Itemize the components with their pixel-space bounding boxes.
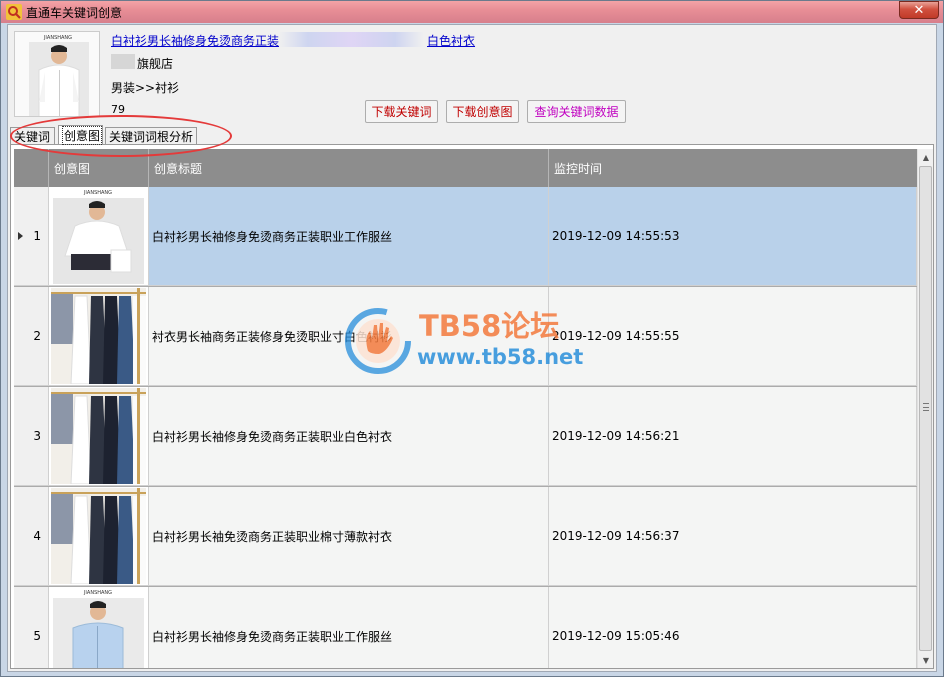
column-header-title[interactable]: 创意标题 bbox=[149, 149, 549, 187]
download-creative-button[interactable]: 下载创意图 bbox=[446, 100, 519, 123]
redacted-region bbox=[111, 54, 135, 69]
shirts-on-rack-icon bbox=[51, 388, 146, 484]
close-icon: ✕ bbox=[913, 2, 925, 18]
column-header-image[interactable]: 创意图 bbox=[49, 149, 149, 187]
vertical-scrollbar[interactable]: ▲ ▼ bbox=[917, 149, 933, 668]
table-row[interactable]: 1 JIANSHANG 白衬衫男长袖修身免烫商务正装职业工作服丝 2019-12… bbox=[14, 187, 917, 287]
row-thumbnail: JIANSHANG bbox=[49, 187, 149, 286]
redacted-region bbox=[279, 32, 424, 47]
title-bar[interactable]: 直通车关键词创意 ✕ bbox=[1, 1, 943, 23]
row-index: 1 bbox=[14, 187, 49, 286]
scroll-down-icon[interactable]: ▼ bbox=[918, 652, 934, 668]
row-index: 5 bbox=[14, 587, 49, 668]
row-thumbnail bbox=[49, 487, 149, 586]
query-keyword-data-button[interactable]: 查询关键词数据 bbox=[527, 100, 626, 123]
app-window: 直通车关键词创意 ✕ JIANSHANG 白衬衫男长袖修身免烫商务正装 白色衬衣 … bbox=[0, 0, 944, 677]
row-index: 3 bbox=[14, 387, 49, 486]
close-button[interactable]: ✕ bbox=[899, 1, 939, 19]
row-time: 2019-12-09 14:56:21 bbox=[549, 387, 917, 486]
row-time: 2019-12-09 14:56:37 bbox=[549, 487, 917, 586]
column-header-index[interactable] bbox=[14, 149, 49, 187]
tab-keyword-root-analysis[interactable]: 关键词词根分析 bbox=[105, 127, 197, 144]
row-title: 白衬衫男长袖修身免烫商务正装职业白色衬衣 bbox=[149, 387, 549, 486]
table-row[interactable]: 4 白衬衫男长袖免烫商务正装职业棉寸薄款衬衣 2019-12-09 14:56:… bbox=[14, 487, 917, 587]
shirts-on-rack-icon bbox=[51, 488, 146, 584]
shirts-on-rack-icon bbox=[51, 288, 146, 384]
row-time: 2019-12-09 14:55:53 bbox=[549, 187, 917, 286]
svg-text:JIANSHANG: JIANSHANG bbox=[83, 590, 112, 596]
table-row[interactable]: 3 白衬衫男长袖修身免烫商务正装职业白色衬衣 2019-12-09 14:56:… bbox=[14, 387, 917, 487]
table-row[interactable]: 2 衬衣男长袖商务正装修身免烫职业寸白色衬衫 2019-12-09 14:55:… bbox=[14, 287, 917, 387]
man-white-shirt-icon: JIANSHANG bbox=[51, 188, 146, 284]
tab-keywords[interactable]: 关键词 bbox=[10, 127, 55, 144]
man-white-shirt-icon: JIANSHANG bbox=[15, 32, 99, 116]
client-area: JIANSHANG 白衬衫男长袖修身免烫商务正装 白色衬衣 旗舰店 男装>>衬衫 … bbox=[7, 24, 937, 672]
row-selector-icon bbox=[18, 232, 23, 240]
scroll-thumb[interactable] bbox=[919, 166, 932, 651]
row-time: 2019-12-09 15:05:46 bbox=[549, 587, 917, 668]
creative-grid: 创意图 创意标题 监控时间 1 JIANSHANG 白衬衫男长袖修身免烫商务正装… bbox=[14, 149, 917, 668]
table-row[interactable]: 5 JIANSHANG 白衬衫男长袖修身免烫商务正装职业工作服丝 2019-12… bbox=[14, 587, 917, 668]
man-blue-shirt-icon: JIANSHANG bbox=[51, 588, 146, 668]
row-title: 衬衣男长袖商务正装修身免烫职业寸白色衬衫 bbox=[149, 287, 549, 386]
column-header-time[interactable]: 监控时间 bbox=[549, 149, 917, 187]
item-count: 79 bbox=[111, 103, 125, 116]
row-title: 白衬衫男长袖修身免烫商务正装职业工作服丝 bbox=[149, 187, 549, 286]
scroll-up-icon[interactable]: ▲ bbox=[918, 149, 934, 165]
tab-strip: 关键词 创意图 关键词词根分析 bbox=[8, 125, 936, 145]
svg-text:JIANSHANG: JIANSHANG bbox=[83, 190, 112, 196]
row-index: 4 bbox=[14, 487, 49, 586]
row-title: 白衬衫男长袖免烫商务正装职业棉寸薄款衬衣 bbox=[149, 487, 549, 586]
row-thumbnail bbox=[49, 287, 149, 386]
row-title: 白衬衫男长袖修身免烫商务正装职业工作服丝 bbox=[149, 587, 549, 668]
row-thumbnail: JIANSHANG bbox=[49, 587, 149, 668]
brand-mark: JIANSHANG bbox=[43, 35, 72, 41]
row-time: 2019-12-09 14:55:55 bbox=[549, 287, 917, 386]
tab-creative-images[interactable]: 创意图 bbox=[58, 125, 103, 145]
row-thumbnail bbox=[49, 387, 149, 486]
window-title: 直通车关键词创意 bbox=[26, 6, 123, 20]
tab-panel: 创意图 创意标题 监控时间 1 JIANSHANG 白衬衫男长袖修身免烫商务正装… bbox=[10, 144, 934, 669]
product-image: JIANSHANG bbox=[14, 31, 100, 117]
download-keywords-button[interactable]: 下载关键词 bbox=[365, 100, 438, 123]
grid-header: 创意图 创意标题 监控时间 bbox=[14, 149, 917, 187]
grip-icon bbox=[923, 403, 929, 411]
row-index: 2 bbox=[14, 287, 49, 386]
product-category: 男装>>衬衫 bbox=[111, 81, 180, 95]
search-icon bbox=[6, 4, 22, 20]
